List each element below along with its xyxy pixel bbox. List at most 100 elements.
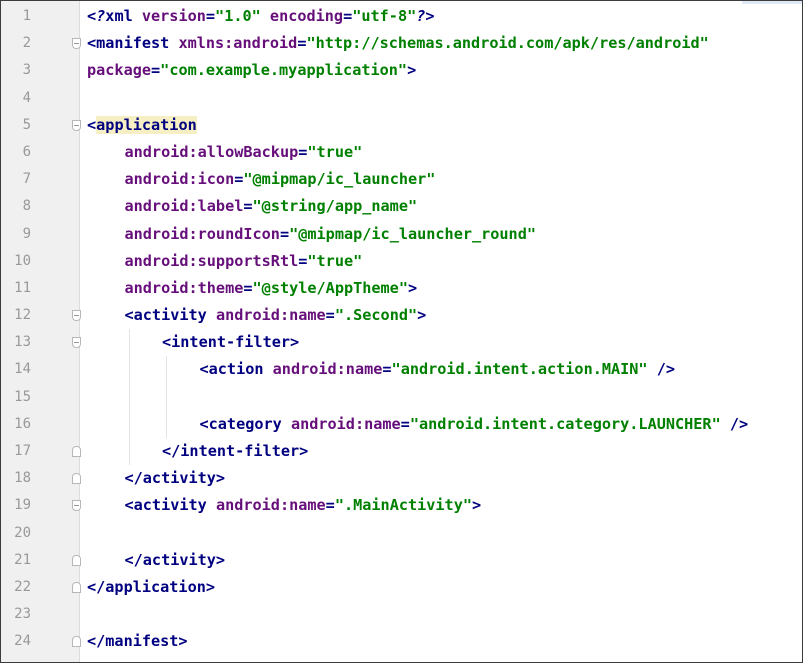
code-text: <action android:name="android.intent.act…: [200, 356, 676, 383]
code-token: encoding: [269, 7, 344, 25]
code-token: >: [407, 278, 418, 297]
code-line[interactable]: 12 <activity android:name=".Second">: [1, 302, 802, 329]
fold-collapse-icon[interactable]: [72, 119, 81, 131]
code-token: android:allowBackup: [124, 142, 299, 161]
code-token: ?>: [416, 7, 435, 25]
code-token: "android.intent.category.LAUNCHER": [409, 414, 721, 433]
indent-guide: [128, 356, 130, 384]
code-token: =: [343, 7, 353, 25]
code-text: </manifest>: [87, 628, 188, 655]
code-text: android:label="@string/app_name": [125, 193, 418, 220]
code-token: "@string/app_name": [252, 197, 418, 216]
fold-end-icon[interactable]: [72, 446, 81, 457]
code-token: />: [647, 360, 676, 379]
code-token: package: [87, 61, 152, 80]
code-line[interactable]: 3 package="com.example.myapplication">: [1, 57, 802, 84]
code-text: android:theme="@style/AppTheme">: [125, 275, 418, 302]
code-text: android:allowBackup="true": [125, 139, 363, 166]
line-number: 5: [22, 116, 31, 133]
code-token: <: [87, 115, 97, 134]
code-line[interactable]: 23: [1, 601, 802, 628]
line-number: 4: [22, 89, 31, 106]
code-line[interactable]: 19 <activity android:name=".MainActivity"…: [1, 492, 802, 519]
code-text: <activity android:name=".Second">: [125, 302, 427, 329]
line-number: 22: [14, 578, 31, 595]
line-number: 23: [14, 606, 31, 623]
code-token: <activity: [124, 496, 216, 515]
fold-end-icon[interactable]: [72, 473, 81, 485]
code-line[interactable]: 6 android:allowBackup="true": [1, 139, 802, 166]
code-line[interactable]: 17 </intent-filter>: [1, 438, 802, 466]
code-lines[interactable]: 1 <?xml version="1.0" encoding="utf-8"?> 2…: [1, 3, 802, 656]
code-token: "@mipmap/ic_launcher": [243, 170, 436, 189]
code-line[interactable]: 13 <intent-filter>: [1, 329, 802, 357]
line-number: 13: [14, 334, 31, 351]
code-text: android:icon="@mipmap/ic_launcher": [125, 166, 436, 193]
code-token: </intent-filter>: [162, 442, 309, 460]
code-line[interactable]: 16 <category android:name="android.intent…: [1, 410, 802, 438]
code-line[interactable]: 8 android:label="@string/app_name": [1, 193, 802, 220]
code-text: <activity android:name=".MainActivity">: [125, 492, 482, 519]
code-token: android:icon: [124, 170, 235, 189]
code-token: xml: [105, 7, 142, 25]
code-token: ".MainActivity": [334, 496, 472, 515]
code-line[interactable]: 1 <?xml version="1.0" encoding="utf-8"?>: [1, 3, 802, 30]
code-line[interactable]: 22 </application>: [1, 574, 802, 601]
code-line[interactable]: 20: [1, 520, 802, 547]
code-token: =: [205, 7, 216, 25]
fold-collapse-icon[interactable]: [72, 310, 81, 322]
code-token: <action: [199, 360, 273, 379]
code-text: <category android:name="android.intent.c…: [200, 411, 749, 438]
code-token: </manifest>: [87, 632, 188, 651]
code-text: package="com.example.myapplication">: [87, 57, 416, 84]
code-line[interactable]: 10 android:supportsRtl="true": [1, 248, 802, 275]
code-token: android:name: [290, 414, 401, 433]
fold-collapse-icon[interactable]: [72, 500, 81, 512]
fold-end-icon[interactable]: [72, 554, 81, 566]
code-token: version: [141, 7, 206, 25]
code-line[interactable]: 9 android:roundIcon="@mipmap/ic_launcher_…: [1, 221, 802, 248]
code-token: "android.intent.action.MAIN": [391, 360, 648, 379]
line-number: 8: [22, 198, 31, 215]
code-line[interactable]: 24 </manifest>: [1, 628, 802, 655]
code-token: >: [471, 496, 482, 515]
code-line[interactable]: 7 android:icon="@mipmap/ic_launcher": [1, 166, 802, 193]
line-number: 24: [14, 633, 31, 650]
code-token: </activity>: [124, 469, 226, 488]
code-line[interactable]: 11 android:theme="@style/AppTheme">: [1, 275, 802, 302]
code-line[interactable]: 14 <action android:name="android.intent.a…: [1, 356, 802, 384]
code-text: </activity>: [125, 547, 226, 574]
indent-guide: [166, 410, 167, 438]
line-number: 7: [22, 171, 31, 188]
line-number: 10: [14, 252, 31, 269]
code-token: =: [279, 224, 290, 243]
code-line[interactable]: 21 </activity>: [1, 547, 802, 574]
code-text: </application>: [87, 574, 215, 601]
code-token: =: [243, 197, 253, 216]
line-number: 2: [22, 35, 31, 52]
code-token: </activity>: [124, 550, 226, 569]
code-token: "@style/AppTheme": [252, 278, 408, 297]
indent-guide: [128, 410, 130, 438]
fold-end-icon[interactable]: [72, 581, 81, 593]
line-number: 20: [14, 524, 31, 541]
code-text: android:supportsRtl="true": [125, 248, 363, 275]
code-line[interactable]: 15: [1, 383, 802, 411]
fold-end-icon[interactable]: [72, 636, 81, 648]
line-number: 14: [14, 361, 31, 378]
indent-guide: [166, 356, 167, 384]
code-token: </application>: [87, 577, 216, 596]
code-token: <manifest: [87, 34, 179, 53]
code-text: android:roundIcon="@mipmap/ic_launcher_r…: [125, 221, 537, 248]
code-editor[interactable]: 1 <?xml version="1.0" encoding="utf-8"?> 2…: [0, 0, 803, 663]
code-line[interactable]: 5 <application: [1, 112, 802, 139]
code-line[interactable]: 2 <manifest xmlns:android="http://schemas…: [1, 30, 802, 57]
code-line[interactable]: 18 </activity>: [1, 465, 802, 492]
fold-collapse-icon[interactable]: [72, 337, 81, 349]
code-line[interactable]: 4: [1, 85, 802, 112]
line-number: 21: [14, 551, 31, 568]
line-number: 9: [22, 225, 31, 242]
code-text: <application: [87, 112, 197, 139]
fold-collapse-icon[interactable]: [72, 38, 81, 50]
